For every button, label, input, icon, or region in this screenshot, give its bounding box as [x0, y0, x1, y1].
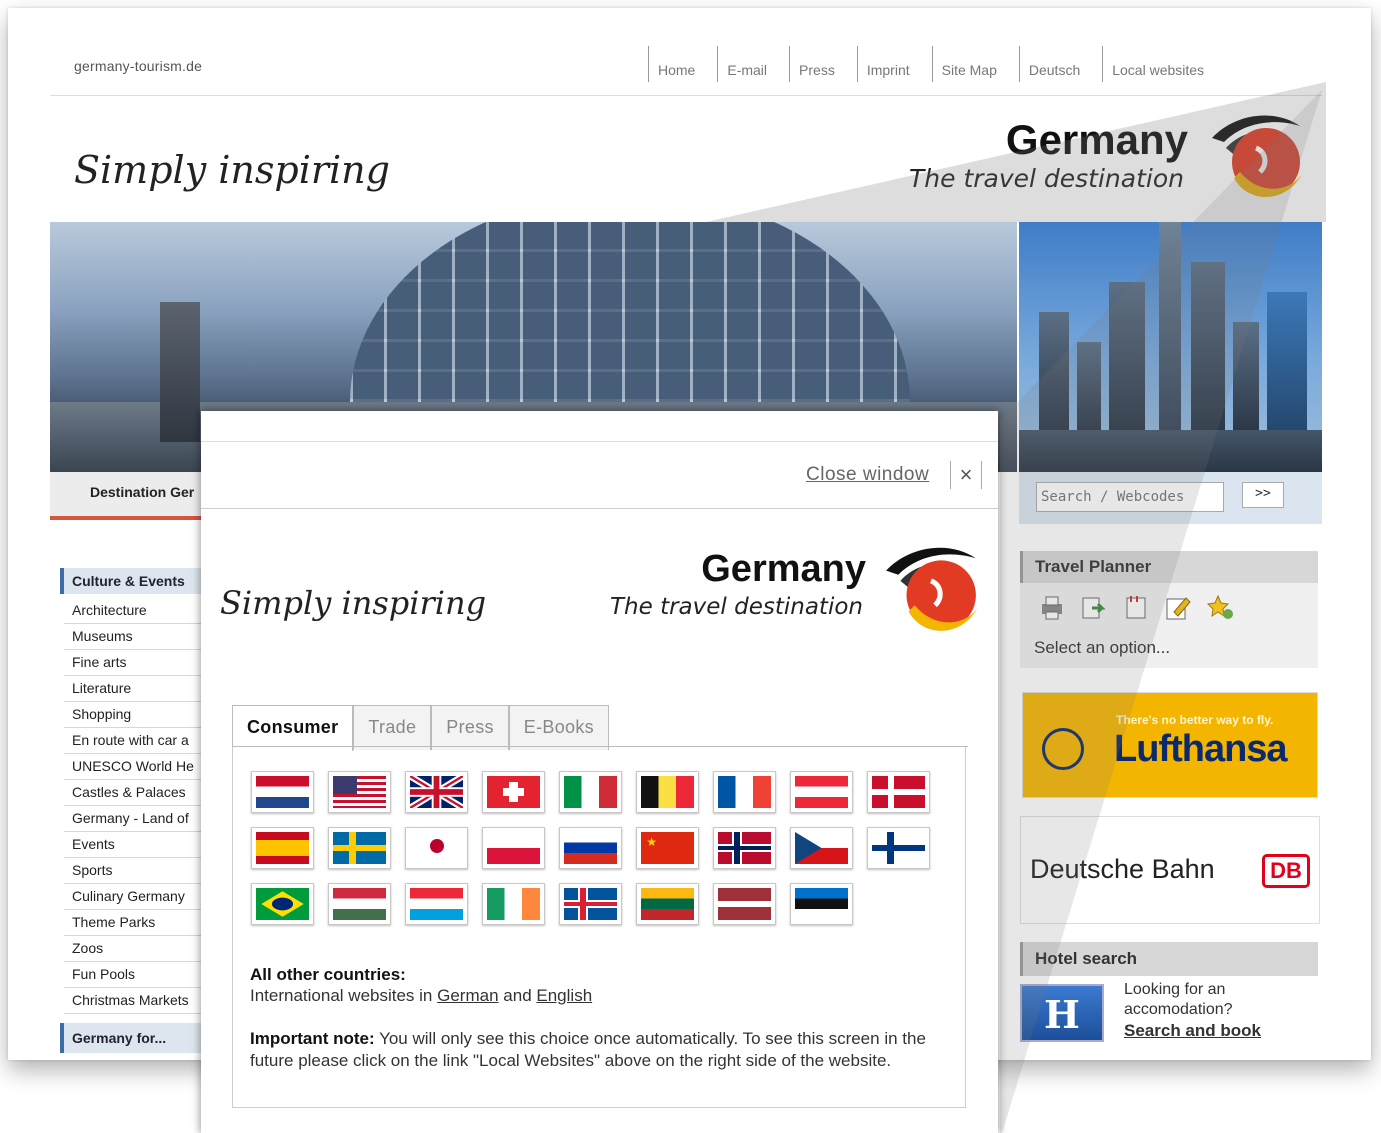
travel-planner-select[interactable]: Select an option...: [1034, 638, 1170, 658]
nav-press[interactable]: Press: [789, 46, 857, 82]
sidebar-item-architecture[interactable]: Architecture: [64, 598, 220, 624]
other-countries-and: and: [503, 986, 532, 1005]
sidebar-item-en-route[interactable]: En route with car a: [64, 728, 220, 754]
popup-logo-subtitle: The travel destination: [610, 594, 863, 620]
edit-icon[interactable]: [1164, 594, 1192, 622]
hotel-search-heading: Hotel search: [1020, 942, 1318, 976]
important-note: Important note: You will only see this c…: [250, 1028, 950, 1072]
sidebar-item-germany-land[interactable]: Germany - Land of: [64, 806, 220, 832]
nav-home[interactable]: Home: [648, 46, 717, 82]
export-icon[interactable]: [1080, 594, 1108, 622]
deutsche-bahn-name: Deutsche Bahn: [1030, 854, 1215, 884]
important-note-label: Important note:: [250, 1029, 375, 1048]
popup-tagline: Simply inspiring: [220, 584, 487, 622]
flag-luxembourg-icon[interactable]: [405, 883, 468, 925]
site-tagline: Simply inspiring: [74, 148, 390, 192]
popup-tabs: Consumer Trade Press E-Books: [232, 705, 609, 751]
flag-poland-icon[interactable]: [482, 827, 545, 869]
nav-local-websites[interactable]: Local websites: [1102, 46, 1226, 82]
flag-italy-icon[interactable]: [559, 771, 622, 813]
tab-press[interactable]: Press: [431, 705, 509, 750]
flag-france-icon[interactable]: [713, 771, 776, 813]
favorites-icon[interactable]: [1206, 594, 1234, 622]
destination-tab-label: Destination Ger: [90, 484, 195, 500]
sidebar-item-events[interactable]: Events: [64, 832, 220, 858]
sidebar-item-castles[interactable]: Castles & Palaces: [64, 780, 220, 806]
sidebar-list: Architecture Museums Fine arts Literatur…: [64, 598, 220, 1014]
flag-finland-icon[interactable]: [867, 827, 930, 869]
flag-uk-icon[interactable]: [405, 771, 468, 813]
flag-iceland-icon[interactable]: [559, 883, 622, 925]
header-divider: [50, 95, 1322, 96]
sidebar-item-literature[interactable]: Literature: [64, 676, 220, 702]
sidebar-item-shopping[interactable]: Shopping: [64, 702, 220, 728]
db-logo-icon: DB: [1262, 854, 1310, 888]
tab-consumer[interactable]: Consumer: [232, 705, 354, 751]
site-url[interactable]: germany-tourism.de: [74, 58, 202, 74]
hero-image-frankfurt-skyline: [1019, 222, 1322, 472]
popup-logo-title: Germany: [701, 548, 866, 590]
flag-lithuania-icon[interactable]: [636, 883, 699, 925]
sidebar-germany-for[interactable]: Germany for...: [60, 1023, 220, 1053]
other-countries-prefix: International websites in: [250, 986, 433, 1005]
flag-russia-icon[interactable]: [559, 827, 622, 869]
tab-trade[interactable]: Trade: [353, 705, 432, 750]
sidebar-item-fine-arts[interactable]: Fine arts: [64, 650, 220, 676]
flag-china-icon[interactable]: ★: [636, 827, 699, 869]
popup-header-divider: [201, 508, 998, 509]
flag-netherlands-icon[interactable]: [251, 771, 314, 813]
flag-switzerland-icon[interactable]: [482, 771, 545, 813]
flag-sweden-icon[interactable]: [328, 827, 391, 869]
other-countries-label: All other countries:: [250, 965, 406, 984]
sidebar-item-unesco[interactable]: UNESCO World He: [64, 754, 220, 780]
search-button[interactable]: >>: [1242, 482, 1284, 508]
sidebar-item-christmas-markets[interactable]: Christmas Markets: [64, 988, 220, 1014]
lufthansa-tagline: There's no better way to fly.: [1116, 713, 1274, 727]
sidebar-item-zoos[interactable]: Zoos: [64, 936, 220, 962]
flag-ireland-icon[interactable]: [482, 883, 545, 925]
travel-planner-heading: Travel Planner: [1020, 551, 1318, 583]
popup-germany-logo-icon: [886, 547, 978, 631]
flag-czech-icon[interactable]: [790, 827, 853, 869]
close-window-link[interactable]: Close window: [806, 464, 929, 486]
flag-spain-icon[interactable]: [251, 827, 314, 869]
flag-estonia-icon[interactable]: [790, 883, 853, 925]
flag-latvia-icon[interactable]: [713, 883, 776, 925]
flag-japan-icon[interactable]: [405, 827, 468, 869]
sidebar-item-museums[interactable]: Museums: [64, 624, 220, 650]
flag-norway-icon[interactable]: [713, 827, 776, 869]
flag-usa-icon[interactable]: [328, 771, 391, 813]
print-icon[interactable]: [1038, 594, 1066, 622]
link-german[interactable]: German: [437, 986, 498, 1005]
top-navigation: Home E-mail Press Imprint Site Map Deuts…: [648, 46, 1226, 82]
nav-email[interactable]: E-mail: [717, 46, 789, 82]
lufthansa-name: Lufthansa: [1114, 728, 1288, 770]
country-flags-grid: ★: [251, 771, 951, 925]
popup-top-divider: [201, 441, 998, 442]
hotel-search-text: Looking for an accomodation?: [1124, 981, 1233, 1018]
flag-belgium-icon[interactable]: [636, 771, 699, 813]
note-icon[interactable]: [1122, 594, 1150, 622]
sidebar-item-fun-pools[interactable]: Fun Pools: [64, 962, 220, 988]
nav-deutsch[interactable]: Deutsch: [1018, 46, 1102, 82]
sidebar-item-culinary[interactable]: Culinary Germany: [64, 884, 220, 910]
hotel-search-link[interactable]: Search and book: [1124, 1021, 1261, 1041]
sidebar-item-sports[interactable]: Sports: [64, 858, 220, 884]
sidebar-item-theme-parks[interactable]: Theme Parks: [64, 910, 220, 936]
close-icon[interactable]: ×: [950, 461, 982, 489]
lufthansa-crane-icon: [1042, 728, 1084, 770]
flag-austria-icon[interactable]: [790, 771, 853, 813]
flag-brazil-icon[interactable]: [251, 883, 314, 925]
search-input[interactable]: [1036, 482, 1224, 512]
hotel-icon: H: [1020, 984, 1104, 1042]
nav-imprint[interactable]: Imprint: [856, 46, 932, 82]
sidebar-heading[interactable]: Culture & Events: [60, 568, 220, 594]
other-countries-text: International websites in German and Eng…: [250, 986, 592, 1006]
flag-denmark-icon[interactable]: [867, 771, 930, 813]
flag-hungary-icon[interactable]: [328, 883, 391, 925]
link-english[interactable]: English: [536, 986, 592, 1005]
nav-site-map[interactable]: Site Map: [931, 46, 1019, 82]
tab-e-books[interactable]: E-Books: [508, 705, 609, 750]
travel-planner-toolbar: [1038, 594, 1234, 622]
